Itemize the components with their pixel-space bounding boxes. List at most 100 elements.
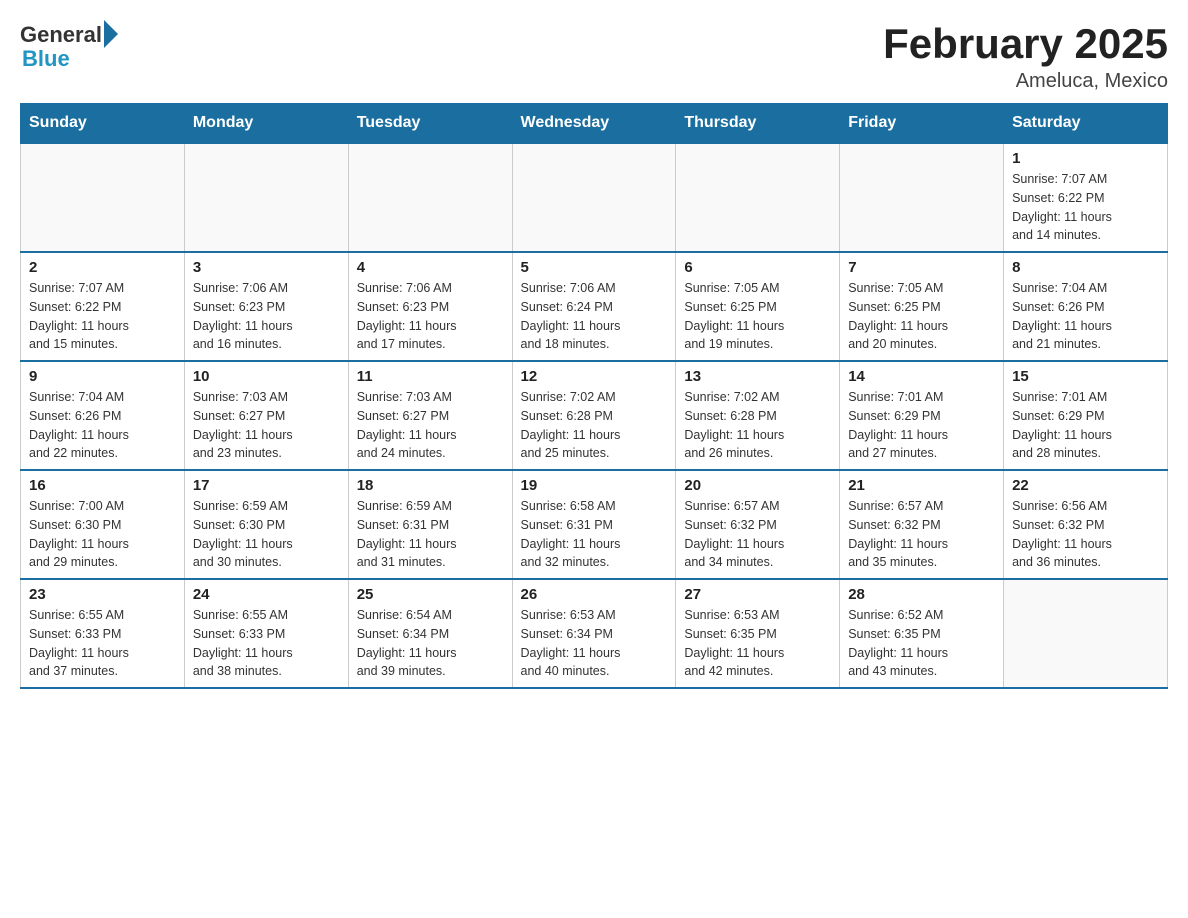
calendar-cell: 21 Sunrise: 6:57 AM Sunset: 6:32 PM Dayli… [840, 470, 1004, 579]
month-title: February 2025 [883, 20, 1168, 68]
day-info: Sunrise: 7:01 AM Sunset: 6:29 PM Dayligh… [1012, 388, 1159, 463]
day-info: Sunrise: 6:53 AM Sunset: 6:35 PM Dayligh… [684, 606, 831, 681]
calendar-cell: 12 Sunrise: 7:02 AM Sunset: 6:28 PM Dayli… [512, 361, 676, 470]
day-info: Sunrise: 7:04 AM Sunset: 6:26 PM Dayligh… [29, 388, 176, 463]
calendar-cell: 20 Sunrise: 6:57 AM Sunset: 6:32 PM Dayli… [676, 470, 840, 579]
day-info: Sunrise: 7:06 AM Sunset: 6:23 PM Dayligh… [357, 279, 504, 354]
day-number: 17 [193, 477, 340, 494]
day-number: 16 [29, 477, 176, 494]
title-area: February 2025 Ameluca, Mexico [883, 20, 1168, 93]
day-info: Sunrise: 6:57 AM Sunset: 6:32 PM Dayligh… [684, 497, 831, 572]
calendar-cell: 6 Sunrise: 7:05 AM Sunset: 6:25 PM Daylig… [676, 252, 840, 361]
calendar-cell: 15 Sunrise: 7:01 AM Sunset: 6:29 PM Dayli… [1004, 361, 1168, 470]
calendar-week-4: 16 Sunrise: 7:00 AM Sunset: 6:30 PM Dayli… [21, 470, 1168, 579]
day-number: 19 [521, 477, 668, 494]
calendar-cell [512, 143, 676, 252]
day-info: Sunrise: 6:55 AM Sunset: 6:33 PM Dayligh… [29, 606, 176, 681]
day-info: Sunrise: 7:02 AM Sunset: 6:28 PM Dayligh… [521, 388, 668, 463]
calendar-week-2: 2Sunrise: 7:07 AM Sunset: 6:22 PM Daylig… [21, 252, 1168, 361]
calendar-cell: 14Sunrise: 7:01 AM Sunset: 6:29 PM Dayli… [840, 361, 1004, 470]
calendar-cell: 22 Sunrise: 6:56 AM Sunset: 6:32 PM Dayli… [1004, 470, 1168, 579]
day-info: Sunrise: 6:57 AM Sunset: 6:32 PM Dayligh… [848, 497, 995, 572]
calendar-cell: 5Sunrise: 7:06 AM Sunset: 6:24 PM Daylig… [512, 252, 676, 361]
calendar-cell: 26 Sunrise: 6:53 AM Sunset: 6:34 PM Dayli… [512, 579, 676, 688]
day-number: 22 [1012, 477, 1159, 494]
day-number: 20 [684, 477, 831, 494]
logo-triangle-icon [104, 20, 118, 48]
day-info: Sunrise: 7:05 AM Sunset: 6:25 PM Dayligh… [684, 279, 831, 354]
day-info: Sunrise: 7:03 AM Sunset: 6:27 PM Dayligh… [357, 388, 504, 463]
day-header-tuesday: Tuesday [348, 104, 512, 144]
day-info: Sunrise: 6:59 AM Sunset: 6:31 PM Dayligh… [357, 497, 504, 572]
day-number: 11 [357, 368, 504, 385]
day-info: Sunrise: 7:07 AM Sunset: 6:22 PM Dayligh… [29, 279, 176, 354]
day-number: 23 [29, 586, 176, 603]
day-info: Sunrise: 6:58 AM Sunset: 6:31 PM Dayligh… [521, 497, 668, 572]
day-header-sunday: Sunday [21, 104, 185, 144]
day-info: Sunrise: 7:06 AM Sunset: 6:24 PM Dayligh… [521, 279, 668, 354]
day-number: 18 [357, 477, 504, 494]
day-number: 8 [1012, 259, 1159, 276]
calendar-cell [1004, 579, 1168, 688]
calendar-cell: 10 Sunrise: 7:03 AM Sunset: 6:27 PM Dayli… [184, 361, 348, 470]
calendar-cell: 3Sunrise: 7:06 AM Sunset: 6:23 PM Daylig… [184, 252, 348, 361]
day-number: 6 [684, 259, 831, 276]
day-number: 12 [521, 368, 668, 385]
calendar-week-5: 23 Sunrise: 6:55 AM Sunset: 6:33 PM Dayli… [21, 579, 1168, 688]
calendar-cell: 13Sunrise: 7:02 AM Sunset: 6:28 PM Dayli… [676, 361, 840, 470]
day-info: Sunrise: 6:56 AM Sunset: 6:32 PM Dayligh… [1012, 497, 1159, 572]
day-info: Sunrise: 7:06 AM Sunset: 6:23 PM Dayligh… [193, 279, 340, 354]
day-number: 21 [848, 477, 995, 494]
day-info: Sunrise: 7:05 AM Sunset: 6:25 PM Dayligh… [848, 279, 995, 354]
day-info: Sunrise: 6:55 AM Sunset: 6:33 PM Dayligh… [193, 606, 340, 681]
calendar-cell: 2Sunrise: 7:07 AM Sunset: 6:22 PM Daylig… [21, 252, 185, 361]
calendar-cell: 7Sunrise: 7:05 AM Sunset: 6:25 PM Daylig… [840, 252, 1004, 361]
day-info: Sunrise: 6:53 AM Sunset: 6:34 PM Dayligh… [521, 606, 668, 681]
day-number: 28 [848, 586, 995, 603]
calendar-cell [184, 143, 348, 252]
calendar-cell: 11 Sunrise: 7:03 AM Sunset: 6:27 PM Dayli… [348, 361, 512, 470]
calendar-cell: 25 Sunrise: 6:54 AM Sunset: 6:34 PM Dayli… [348, 579, 512, 688]
day-number: 25 [357, 586, 504, 603]
day-info: Sunrise: 7:00 AM Sunset: 6:30 PM Dayligh… [29, 497, 176, 572]
day-number: 24 [193, 586, 340, 603]
calendar-week-1: 1 Sunrise: 7:07 AM Sunset: 6:22 PM Daylig… [21, 143, 1168, 252]
calendar-cell: 4 Sunrise: 7:06 AM Sunset: 6:23 PM Daylig… [348, 252, 512, 361]
logo-blue-text: Blue [20, 46, 70, 72]
calendar-cell: 9 Sunrise: 7:04 AM Sunset: 6:26 PM Daylig… [21, 361, 185, 470]
day-info: Sunrise: 6:59 AM Sunset: 6:30 PM Dayligh… [193, 497, 340, 572]
day-number: 4 [357, 259, 504, 276]
header-row: SundayMondayTuesdayWednesdayThursdayFrid… [21, 104, 1168, 144]
day-header-friday: Friday [840, 104, 1004, 144]
day-header-wednesday: Wednesday [512, 104, 676, 144]
calendar-table: SundayMondayTuesdayWednesdayThursdayFrid… [20, 103, 1168, 689]
calendar-cell [840, 143, 1004, 252]
calendar-cell: 16 Sunrise: 7:00 AM Sunset: 6:30 PM Dayli… [21, 470, 185, 579]
calendar-cell: 23 Sunrise: 6:55 AM Sunset: 6:33 PM Dayli… [21, 579, 185, 688]
logo: General Blue [20, 20, 118, 72]
calendar-cell [348, 143, 512, 252]
day-info: Sunrise: 6:54 AM Sunset: 6:34 PM Dayligh… [357, 606, 504, 681]
day-info: Sunrise: 7:01 AM Sunset: 6:29 PM Dayligh… [848, 388, 995, 463]
logo-general-text: General [20, 22, 102, 48]
calendar-cell [676, 143, 840, 252]
calendar-header: SundayMondayTuesdayWednesdayThursdayFrid… [21, 104, 1168, 144]
day-number: 15 [1012, 368, 1159, 385]
day-info: Sunrise: 7:04 AM Sunset: 6:26 PM Dayligh… [1012, 279, 1159, 354]
day-info: Sunrise: 7:03 AM Sunset: 6:27 PM Dayligh… [193, 388, 340, 463]
calendar-cell: 19 Sunrise: 6:58 AM Sunset: 6:31 PM Dayli… [512, 470, 676, 579]
calendar-cell: 28 Sunrise: 6:52 AM Sunset: 6:35 PM Dayli… [840, 579, 1004, 688]
calendar-cell: 27Sunrise: 6:53 AM Sunset: 6:35 PM Dayli… [676, 579, 840, 688]
day-number: 10 [193, 368, 340, 385]
calendar-cell: 17 Sunrise: 6:59 AM Sunset: 6:30 PM Dayli… [184, 470, 348, 579]
calendar-cell: 24 Sunrise: 6:55 AM Sunset: 6:33 PM Dayli… [184, 579, 348, 688]
calendar-body: 1 Sunrise: 7:07 AM Sunset: 6:22 PM Daylig… [21, 143, 1168, 688]
day-info: Sunrise: 6:52 AM Sunset: 6:35 PM Dayligh… [848, 606, 995, 681]
day-number: 26 [521, 586, 668, 603]
calendar-cell [21, 143, 185, 252]
day-number: 9 [29, 368, 176, 385]
calendar-week-3: 9 Sunrise: 7:04 AM Sunset: 6:26 PM Daylig… [21, 361, 1168, 470]
day-info: Sunrise: 7:07 AM Sunset: 6:22 PM Dayligh… [1012, 170, 1159, 245]
day-number: 1 [1012, 150, 1159, 167]
day-header-monday: Monday [184, 104, 348, 144]
